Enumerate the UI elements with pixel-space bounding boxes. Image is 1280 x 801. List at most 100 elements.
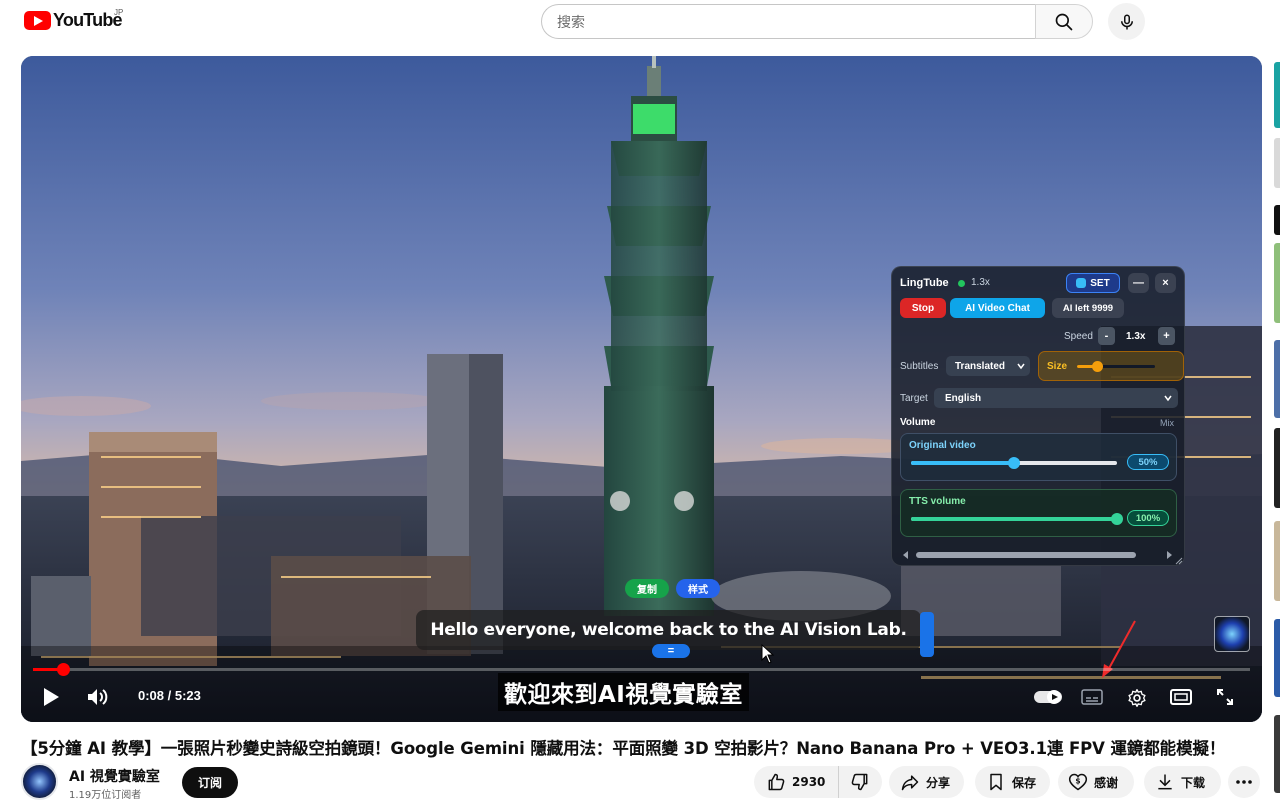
ai-video-chat-button[interactable]: AI Video Chat <box>950 298 1045 318</box>
caption-drag-handle[interactable]: = <box>652 644 690 658</box>
tts-volume-label: TTS volume <box>909 496 966 507</box>
target-label: Target <box>900 393 928 404</box>
lingtube-panel[interactable]: LingTube 1.3x SET — × Stop AI Video Chat… <box>891 266 1185 566</box>
original-video-volume-box: Original video 50% <box>900 433 1177 481</box>
settings-button[interactable] <box>1125 686 1149 710</box>
youtube-play-logo-icon <box>24 11 51 30</box>
tts-volume-thumb[interactable] <box>1111 513 1123 525</box>
tts-volume-value: 100% <box>1127 510 1169 526</box>
thumbs-up-icon <box>768 773 785 791</box>
caption-resize-handle[interactable] <box>920 612 934 657</box>
channel-name[interactable]: AI 視覺實驗室 <box>69 766 160 786</box>
share-button[interactable]: 分享 <box>889 766 964 798</box>
suggested-video-thumbnail[interactable] <box>1274 521 1280 601</box>
fullscreen-icon <box>1217 689 1233 705</box>
target-language-select[interactable]: English <box>934 388 1178 408</box>
caption-copy-button[interactable]: 复制 <box>625 579 669 598</box>
search-input[interactable] <box>541 4 1035 39</box>
progress-bar[interactable] <box>33 663 1250 676</box>
search-bar <box>541 4 1093 39</box>
suggested-video-thumbnail[interactable] <box>1274 340 1280 418</box>
logo-text: YouTube <box>53 10 123 30</box>
autoplay-toggle-icon <box>1034 690 1062 704</box>
scroll-left-icon[interactable] <box>903 551 909 559</box>
channel-watermark[interactable] <box>1214 616 1250 652</box>
suggested-video-thumbnail[interactable] <box>1274 62 1280 128</box>
autoplay-toggle[interactable] <box>1032 686 1064 708</box>
heart-dollar-icon: $ <box>1068 773 1088 791</box>
scroll-right-icon[interactable] <box>1166 551 1172 559</box>
thanks-button[interactable]: $ 感谢 <box>1058 766 1134 798</box>
more-actions-button[interactable] <box>1228 766 1260 798</box>
channel-subscriber-count: 1.19万位订阅者 <box>69 790 142 801</box>
search-button[interactable] <box>1035 4 1093 39</box>
speed-value: 1.3x <box>1126 331 1146 342</box>
set-label: SET <box>1090 277 1110 289</box>
suggested-video-thumbnail[interactable] <box>1274 619 1280 697</box>
suggested-video-thumbnail[interactable] <box>1274 243 1280 323</box>
suggested-video-thumbnail[interactable] <box>1274 138 1280 188</box>
more-horizontal-icon <box>1236 780 1252 784</box>
subtitles-select[interactable]: Translated <box>946 356 1030 376</box>
fullscreen-button[interactable] <box>1213 686 1237 708</box>
lingtube-close-button[interactable]: × <box>1155 273 1176 293</box>
settings-badge-icon <box>1076 278 1087 288</box>
chevron-down-icon <box>1164 395 1172 402</box>
suggested-video-thumbnail[interactable] <box>1274 205 1280 235</box>
speed-label: Speed <box>1064 331 1093 342</box>
like-dislike-group: 2930 <box>754 766 882 798</box>
thanks-label: 感谢 <box>1094 775 1119 790</box>
chevron-down-icon <box>1017 363 1025 370</box>
subtitles-select-value: Translated <box>955 360 1006 372</box>
play-icon <box>44 688 59 706</box>
video-player[interactable]: 复制 样式 Hello everyone, welcome back to th… <box>21 56 1262 722</box>
volume-section-title: Volume <box>900 417 936 428</box>
subtitles-button[interactable] <box>1079 686 1105 708</box>
tts-volume-box: TTS volume 100% <box>900 489 1177 537</box>
like-button[interactable]: 2930 <box>754 766 839 798</box>
time-display: 0:08 / 5:23 <box>138 688 201 703</box>
caption-style-button[interactable]: 样式 <box>676 579 720 598</box>
theater-mode-button[interactable] <box>1168 686 1194 708</box>
speed-decrease-button[interactable]: - <box>1098 327 1115 345</box>
save-label: 保存 <box>1012 775 1037 790</box>
lingtube-speed-tag: 1.3x <box>971 277 990 288</box>
original-video-volume-thumb[interactable] <box>1008 457 1020 469</box>
tts-volume-fill <box>911 517 1117 521</box>
size-slider[interactable] <box>1077 361 1155 372</box>
subscribe-button[interactable]: 订阅 <box>182 767 238 798</box>
suggested-video-thumbnail[interactable] <box>1274 715 1280 793</box>
like-count: 2930 <box>792 775 826 789</box>
channel-avatar[interactable] <box>21 763 58 800</box>
video-title: 【5分鐘 AI 教學】一張照片秒變史詩級空拍鏡頭！Google Gemini 隱… <box>21 739 1226 758</box>
status-dot-icon <box>958 280 965 287</box>
lingtube-minimize-button[interactable]: — <box>1128 273 1149 293</box>
play-button[interactable] <box>39 685 63 709</box>
suggested-video-thumbnail[interactable] <box>1274 428 1280 508</box>
share-label: 分享 <box>926 775 951 790</box>
stop-button[interactable]: Stop <box>900 298 946 318</box>
lingtube-title: LingTube <box>900 277 949 289</box>
size-label: Size <box>1047 361 1068 372</box>
download-icon <box>1158 774 1172 790</box>
youtube-logo[interactable]: YouTube <box>24 10 123 31</box>
tts-volume-slider[interactable] <box>911 513 1123 525</box>
mute-button[interactable] <box>85 685 111 709</box>
lingtube-settings-button[interactable]: SET <box>1066 273 1120 293</box>
mix-label: Mix <box>1160 418 1174 428</box>
panel-horizontal-scrollbar[interactable] <box>916 552 1136 558</box>
speed-increase-button[interactable]: + <box>1158 327 1175 345</box>
size-slider-thumb[interactable] <box>1091 361 1103 372</box>
voice-search-button[interactable] <box>1108 3 1145 40</box>
time-current: 0:08 <box>138 688 165 703</box>
original-video-volume-fill <box>911 461 1014 465</box>
save-button[interactable]: 保存 <box>975 766 1050 798</box>
thumbs-down-icon <box>851 773 868 791</box>
panel-resize-grip-icon[interactable] <box>1175 557 1183 565</box>
dislike-button[interactable] <box>839 766 881 798</box>
download-button[interactable]: 下载 <box>1144 766 1221 798</box>
original-video-volume-slider[interactable] <box>911 457 1117 469</box>
caption-size-control: Size <box>1038 351 1184 381</box>
progress-scrubber[interactable] <box>56 663 70 676</box>
region-code: JP <box>114 8 124 17</box>
